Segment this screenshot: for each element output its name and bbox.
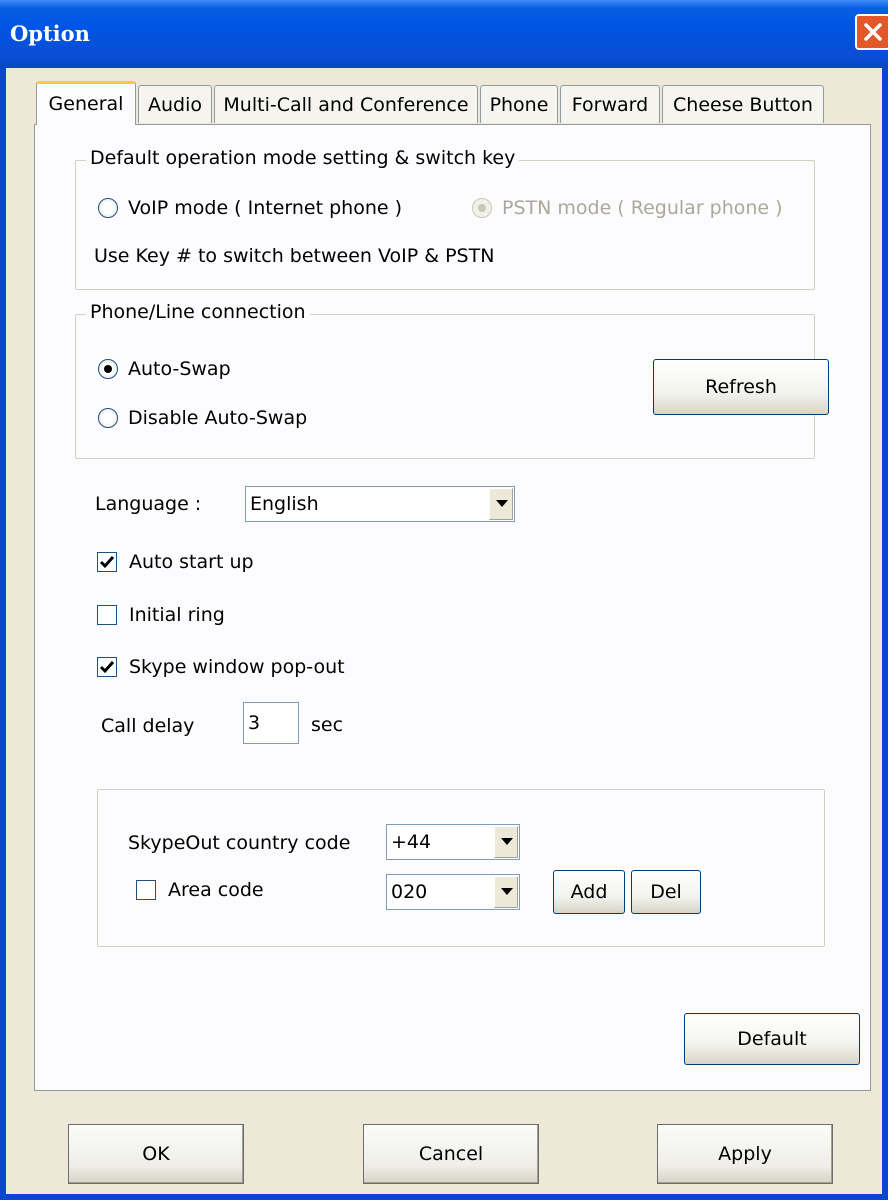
auto-swap-radio[interactable] bbox=[98, 359, 118, 379]
pstn-mode-radio bbox=[472, 198, 492, 218]
chevron-down-icon bbox=[501, 838, 513, 845]
tab-cheese-button[interactable]: Cheese Button bbox=[662, 85, 824, 123]
area-code-select[interactable]: 020 bbox=[386, 874, 520, 910]
mode-groupbox: Default operation mode setting & switch … bbox=[75, 147, 815, 290]
connection-group-legend: Phone/Line connection bbox=[86, 301, 310, 323]
area-code-dropdown-button[interactable] bbox=[494, 876, 518, 908]
pstn-mode-label: PSTN mode ( Regular phone ) bbox=[502, 197, 783, 219]
skype-popout-checkbox[interactable] bbox=[97, 657, 117, 677]
checkmark-icon bbox=[99, 661, 115, 674]
disable-auto-swap-radio[interactable] bbox=[98, 408, 118, 428]
tab-label: Multi-Call and Conference bbox=[223, 94, 469, 116]
chevron-down-icon bbox=[501, 888, 513, 895]
switch-key-note: Use Key # to switch between VoIP & PSTN bbox=[94, 245, 495, 267]
mode-group-legend: Default operation mode setting & switch … bbox=[86, 147, 520, 169]
close-button[interactable] bbox=[855, 14, 888, 50]
country-code-dropdown-button[interactable] bbox=[494, 826, 518, 858]
tab-forward[interactable]: Forward bbox=[560, 85, 660, 123]
apply-button[interactable]: Apply bbox=[657, 1124, 833, 1184]
option-dialog: Option General Audio Multi-Call and Conf… bbox=[0, 0, 888, 1200]
del-area-code-button[interactable]: Del bbox=[631, 870, 701, 914]
country-code-value: +44 bbox=[391, 831, 432, 853]
tab-label: Audio bbox=[147, 94, 202, 116]
area-code-label[interactable]: Area code bbox=[168, 879, 264, 901]
skypeout-groupbox: SkypeOut country code +44 Area code 020 … bbox=[97, 789, 825, 947]
tab-label: General bbox=[48, 93, 124, 115]
default-button-label: Default bbox=[737, 1028, 807, 1050]
call-delay-label: Call delay bbox=[101, 715, 195, 737]
initial-ring-checkbox[interactable] bbox=[97, 605, 117, 625]
connection-groupbox: Phone/Line connection Auto-Swap Disable … bbox=[75, 301, 829, 459]
add-button-label: Add bbox=[570, 881, 608, 903]
area-code-checkbox[interactable] bbox=[136, 880, 156, 900]
window-title: Option bbox=[10, 21, 90, 46]
auto-swap-label[interactable]: Auto-Swap bbox=[128, 358, 231, 380]
refresh-button-label: Refresh bbox=[705, 376, 777, 398]
checkmark-icon bbox=[99, 556, 115, 569]
call-delay-value: 3 bbox=[248, 712, 261, 734]
disable-auto-swap-label[interactable]: Disable Auto-Swap bbox=[128, 407, 307, 429]
language-select[interactable]: English bbox=[245, 486, 515, 522]
tab-label: Cheese Button bbox=[673, 94, 813, 116]
chevron-down-icon bbox=[496, 500, 508, 507]
add-area-code-button[interactable]: Add bbox=[553, 870, 625, 914]
cancel-button[interactable]: Cancel bbox=[363, 1124, 539, 1184]
language-label: Language : bbox=[95, 493, 202, 515]
voip-mode-radio[interactable] bbox=[98, 198, 118, 218]
ok-button-label: OK bbox=[142, 1143, 170, 1165]
title-bar[interactable]: Option bbox=[0, 0, 888, 68]
tab-audio[interactable]: Audio bbox=[138, 85, 212, 123]
language-dropdown-button[interactable] bbox=[489, 488, 513, 520]
auto-start-label[interactable]: Auto start up bbox=[129, 551, 254, 573]
area-code-value: 020 bbox=[391, 881, 428, 903]
auto-start-checkbox[interactable] bbox=[97, 552, 117, 572]
tab-general[interactable]: General bbox=[36, 81, 136, 125]
del-button-label: Del bbox=[650, 881, 682, 903]
skypeout-country-label: SkypeOut country code bbox=[128, 832, 351, 854]
language-value: English bbox=[250, 493, 319, 515]
close-icon bbox=[864, 23, 882, 41]
apply-button-label: Apply bbox=[718, 1143, 772, 1165]
country-code-select[interactable]: +44 bbox=[386, 824, 520, 860]
refresh-button[interactable]: Refresh bbox=[653, 359, 829, 415]
tab-panel-general: Default operation mode setting & switch … bbox=[34, 124, 871, 1091]
voip-mode-label[interactable]: VoIP mode ( Internet phone ) bbox=[128, 197, 402, 219]
tab-multi-call-conference[interactable]: Multi-Call and Conference bbox=[214, 85, 478, 123]
cancel-button-label: Cancel bbox=[418, 1143, 484, 1165]
skype-popout-label[interactable]: Skype window pop-out bbox=[129, 656, 345, 678]
tab-phone[interactable]: Phone bbox=[480, 85, 558, 123]
default-button[interactable]: Default bbox=[684, 1013, 860, 1065]
initial-ring-label[interactable]: Initial ring bbox=[129, 604, 225, 626]
call-delay-unit: sec bbox=[311, 714, 344, 736]
tab-label: Forward bbox=[571, 94, 649, 116]
ok-button[interactable]: OK bbox=[68, 1124, 244, 1184]
tab-label: Phone bbox=[489, 94, 549, 116]
call-delay-input[interactable]: 3 bbox=[243, 702, 299, 744]
